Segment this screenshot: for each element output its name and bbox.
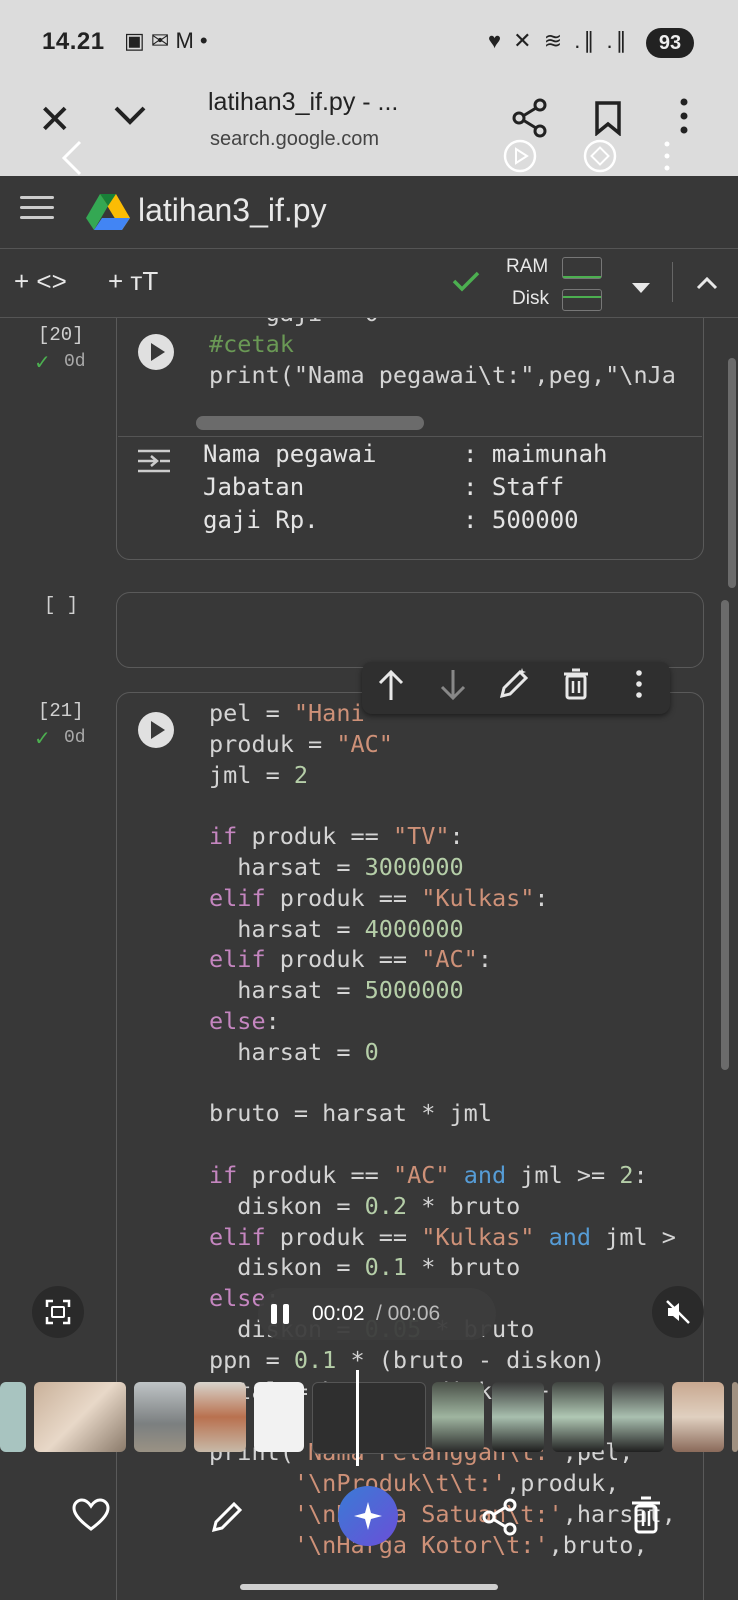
thumbnail[interactable] — [432, 1382, 484, 1452]
thumbnail-current[interactable] — [312, 1382, 426, 1454]
code-comment: #cetak — [209, 329, 294, 358]
thumbnail[interactable] — [134, 1382, 186, 1452]
ai-assist-button[interactable] — [338, 1486, 398, 1546]
overflow-icon[interactable] — [664, 140, 670, 177]
add-text-button[interactable]: + тT — [108, 266, 158, 297]
add-code-button[interactable]: + <> — [14, 266, 67, 297]
output-value: : Staff — [463, 473, 565, 501]
status-bar: 14.21 ▣ ✉ M • ♥ ✕ ≋ .∥ .∥ 93 — [0, 0, 738, 84]
notification-icons: ▣ ✉ M • — [124, 28, 208, 53]
gallery-thumbnail-strip[interactable] — [0, 1370, 738, 1470]
share-icon[interactable] — [512, 98, 548, 143]
run-cell-button[interactable] — [138, 334, 174, 370]
code-line: print("Nama pegawai\t:",peg,"\nJa — [209, 360, 676, 389]
output-toggle-icon[interactable] — [136, 446, 172, 481]
cell-exec-count: [ ] — [44, 594, 79, 616]
cell-more-icon[interactable] — [636, 670, 642, 703]
menu-icon[interactable] — [20, 196, 54, 226]
edit-icon[interactable] — [498, 666, 532, 707]
page-scrollbar[interactable] — [728, 358, 736, 588]
edit-pencil-icon[interactable] — [210, 1498, 246, 1539]
thumbnail[interactable] — [672, 1382, 724, 1452]
cell-exec-count: [21] — [38, 700, 84, 722]
drive-logo-icon — [86, 192, 130, 235]
page-url: search.google.com — [210, 128, 379, 150]
status-time: 14.21 — [42, 28, 105, 55]
toolbar-divider — [672, 262, 673, 302]
output-value: : maimunah — [463, 440, 608, 468]
connected-check-icon — [452, 270, 480, 297]
page-scrollbar-secondary[interactable] — [721, 600, 729, 1070]
horizontal-scrollbar[interactable] — [196, 416, 424, 430]
video-current-time: 00:02 — [312, 1302, 365, 1325]
favorite-icon[interactable] — [72, 1498, 110, 1537]
pause-icon[interactable] — [268, 1302, 292, 1331]
rotate-icon[interactable] — [502, 138, 538, 179]
system-icons: ♥ ✕ ≋ .∥ .∥ — [488, 28, 630, 53]
run-cell-button[interactable] — [138, 712, 174, 748]
output-divider — [118, 436, 702, 437]
disk-bar — [562, 289, 602, 311]
cell-exec-time: 0d — [64, 352, 86, 372]
thumbnail[interactable] — [254, 1382, 304, 1452]
back-arrow-icon[interactable] — [60, 140, 84, 181]
more-vert-icon[interactable] — [680, 98, 688, 139]
move-down-icon[interactable] — [438, 668, 468, 709]
battery-indicator: 93 — [646, 28, 694, 58]
empty-code-cell[interactable] — [116, 592, 704, 668]
close-icon[interactable]: ✕ — [38, 100, 72, 140]
move-up-icon[interactable] — [376, 668, 406, 709]
thumbnail[interactable] — [552, 1382, 604, 1452]
thumbnail[interactable] — [34, 1382, 126, 1452]
thumbnail[interactable] — [732, 1382, 738, 1452]
disk-label: Disk — [512, 288, 549, 309]
check-icon: ✓ — [34, 352, 51, 374]
thumbnail[interactable] — [612, 1382, 664, 1452]
page-title: latihan3_if.py - ... — [208, 88, 399, 116]
lock-rotation-icon[interactable] — [582, 138, 618, 179]
cell-output: Nama pegawai : maimunah Jabatan : Staff … — [203, 438, 608, 537]
cell-exec-count: [20] — [38, 324, 84, 346]
output-row: Jabatan : Staff — [203, 471, 564, 504]
code-editor[interactable]: gaji = 0 #cetak print("Nama pegawai\t:",… — [209, 318, 676, 390]
resources-dropdown-icon[interactable] — [632, 280, 650, 298]
collapse-icon[interactable] — [696, 276, 718, 295]
code-line: gaji = 0 — [209, 318, 379, 327]
thumbnail[interactable] — [194, 1382, 246, 1452]
check-icon: ✓ — [34, 728, 51, 750]
video-duration: / 00:06 — [376, 1302, 441, 1325]
gallery-action-bar — [0, 1470, 738, 1600]
delete-icon[interactable] — [562, 668, 590, 707]
delete-icon[interactable] — [630, 1496, 662, 1539]
output-row: Nama pegawai : maimunah — [203, 438, 608, 471]
output-label: gaji Rp. — [203, 506, 319, 534]
cell-exec-time: 0d — [64, 728, 86, 748]
ram-bar — [562, 257, 602, 279]
output-row: gaji Rp. : 500000 — [203, 504, 579, 537]
output-label: Jabatan — [203, 473, 305, 501]
thumbnail[interactable] — [0, 1382, 26, 1452]
thumbnail[interactable] — [492, 1382, 544, 1452]
output-value: : 500000 — [463, 506, 579, 534]
screenshot-capture-button[interactable] — [32, 1286, 84, 1338]
mute-button[interactable] — [652, 1286, 704, 1338]
gesture-bar[interactable] — [240, 1584, 498, 1590]
chevron-down-icon[interactable] — [112, 102, 148, 135]
scrub-indicator[interactable] — [356, 1370, 359, 1466]
video-playback-pill[interactable]: 00:02 / 00:06 — [258, 1288, 496, 1340]
notebook-title[interactable]: latihan3_if.py — [138, 192, 327, 229]
bookmark-icon[interactable] — [594, 100, 622, 141]
ram-label: RAM — [506, 256, 549, 277]
share-icon[interactable] — [482, 1498, 518, 1541]
output-label: Nama pegawai — [203, 440, 377, 468]
